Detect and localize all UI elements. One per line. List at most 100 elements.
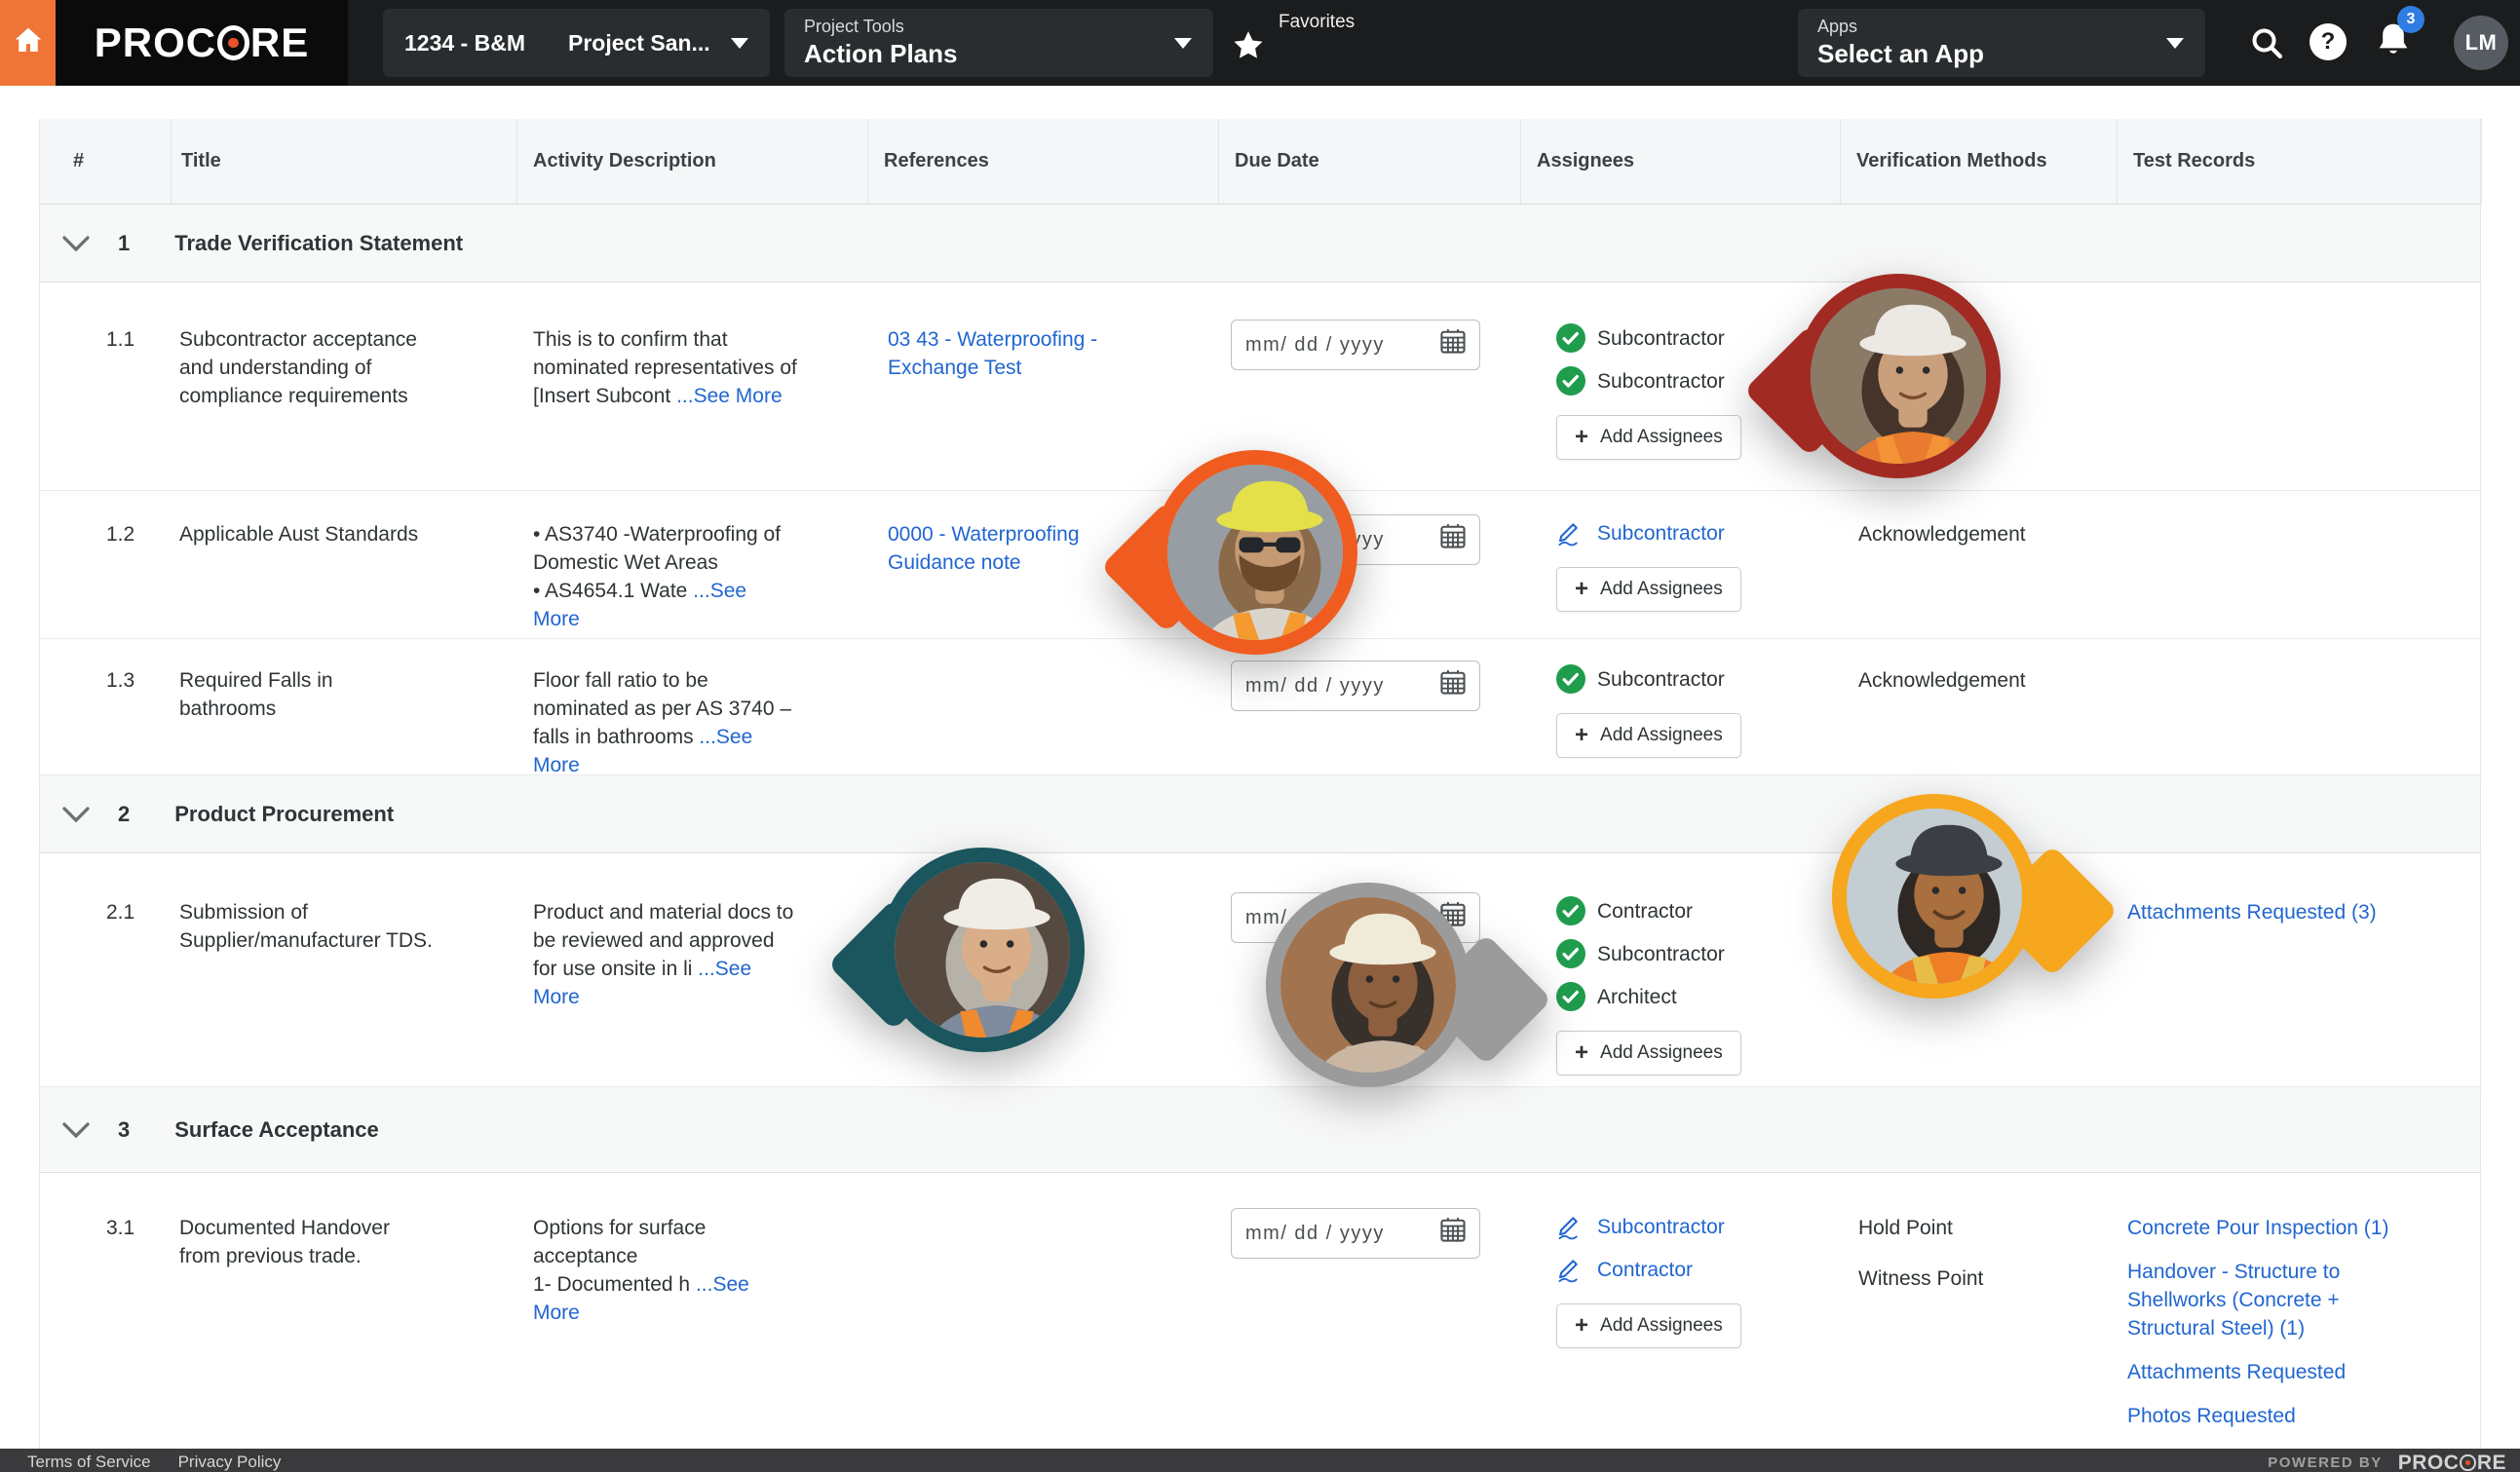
presence-callout-amber <box>1832 794 2066 1028</box>
privacy-policy-link[interactable]: Privacy Policy <box>178 1453 282 1472</box>
signature-pen-icon <box>1556 1255 1585 1284</box>
apps-selector[interactable]: Apps Select an App <box>1798 9 2205 77</box>
assignee-item[interactable]: Subcontractor <box>1556 664 1841 694</box>
worker-avatar <box>1153 450 1357 655</box>
test-record-link[interactable]: Handover - Structure to Shellworks (Conc… <box>2127 1258 2412 1342</box>
item-title: Documented Handover from previous trade. <box>179 1214 435 1270</box>
chevron-down-icon[interactable] <box>61 806 91 823</box>
plus-icon: + <box>1575 1041 1588 1065</box>
section-number: 1 <box>118 231 130 256</box>
worker-avatar <box>1266 883 1470 1087</box>
column-header-test-records: Test Records <box>2118 119 2482 204</box>
test-record-link[interactable]: Attachments Requested (3) <box>2127 898 2412 926</box>
assignee-item[interactable]: Subcontractor <box>1556 939 1841 968</box>
verification-method: Witness Point <box>1858 1264 2118 1293</box>
assignee-label: Subcontractor <box>1597 367 1725 396</box>
worker-avatar <box>880 848 1085 1052</box>
activity-description: Options for surface acceptance1- Documen… <box>533 1214 798 1327</box>
plus-icon: + <box>1575 1314 1588 1338</box>
item-title: Applicable Aust Standards <box>179 520 418 548</box>
due-date-input[interactable]: mm/ dd / yyyy <box>1231 1208 1480 1259</box>
chevron-down-icon[interactable] <box>61 1121 91 1139</box>
signature-pen-icon <box>1556 518 1585 547</box>
verification-method: Hold Point <box>1858 1214 2118 1242</box>
home-button[interactable] <box>0 0 56 86</box>
favorites-label: Favorites <box>1279 12 1355 33</box>
add-assignees-button[interactable]: + Add Assignees <box>1556 1303 1741 1348</box>
column-header-references: References <box>868 119 1219 204</box>
user-avatar[interactable]: LM <box>2454 16 2508 70</box>
logo-text-pre: PROC <box>95 22 216 63</box>
item-number: 1.1 <box>106 328 134 351</box>
tool-selector[interactable]: Project Tools Action Plans <box>784 9 1213 77</box>
action-plan-table: # Title Activity Description References … <box>39 119 2481 1449</box>
item-number: 1.2 <box>106 523 134 546</box>
logo-text-post: RE <box>250 22 309 63</box>
assignee-item[interactable]: Architect <box>1556 982 1841 1011</box>
check-circle-icon <box>1556 323 1585 353</box>
terms-of-service-link[interactable]: Terms of Service <box>27 1453 151 1472</box>
calendar-icon <box>1438 326 1468 363</box>
company-name: 1234 - B&M <box>404 30 525 57</box>
assignee-item[interactable]: Contractor <box>1556 896 1841 925</box>
section-title: Surface Acceptance <box>174 1117 379 1143</box>
due-date-placeholder: mm/ dd / yyyy <box>1245 1220 1438 1248</box>
column-header-activity-description: Activity Description <box>517 119 868 204</box>
calendar-icon <box>1438 1215 1468 1252</box>
add-assignees-button[interactable]: + Add Assignees <box>1556 713 1741 758</box>
due-date-placeholder: mm/ dd / yyyy <box>1245 331 1438 359</box>
worker-avatar <box>1796 274 2001 478</box>
assignee-item[interactable]: Subcontractor <box>1556 1212 1841 1241</box>
presence-callout-orange <box>1153 450 1387 684</box>
section-title: Product Procurement <box>174 802 394 827</box>
procore-logo[interactable]: PROC RE <box>56 0 348 86</box>
procore-footer-logo: PROC RE <box>2398 1453 2506 1472</box>
help-icon[interactable]: ? <box>2310 23 2347 60</box>
reference-link[interactable]: 03 43 - Waterproofing - Exchange Test <box>888 325 1110 382</box>
item-number: 2.1 <box>106 901 134 924</box>
test-record-link[interactable]: Concrete Pour Inspection (1) <box>2127 1214 2412 1242</box>
assignee-label: Subcontractor <box>1597 519 1725 547</box>
tool-selector-value: Action Plans <box>804 38 1194 70</box>
search-icon[interactable] <box>2247 23 2286 67</box>
check-circle-icon <box>1556 939 1585 968</box>
due-date-input[interactable]: mm/ dd / yyyy <box>1231 320 1480 370</box>
see-more-link[interactable]: ...See More <box>676 385 783 407</box>
item-title: Required Falls in bathrooms <box>179 666 435 723</box>
section-row-1: 1 Trade Verification Statement <box>40 205 2480 283</box>
footer-bar: Terms of Service Privacy Policy POWERED … <box>0 1449 2520 1472</box>
item-number: 3.1 <box>106 1217 134 1239</box>
project-selector[interactable]: 1234 - B&M Project San... <box>383 9 770 77</box>
tool-selector-label: Project Tools <box>804 17 1194 38</box>
add-assignees-button[interactable]: + Add Assignees <box>1556 1031 1741 1076</box>
activity-description: • AS3740 -Waterproofing of Domestic Wet … <box>533 520 798 633</box>
test-record-link[interactable]: Photos Requested <box>2127 1402 2412 1430</box>
signature-pen-icon <box>1556 1212 1585 1241</box>
favorites-star-icon[interactable] <box>1230 27 1267 69</box>
check-circle-icon <box>1556 664 1585 694</box>
plus-icon: + <box>1575 578 1588 601</box>
item-number: 1.3 <box>106 669 134 692</box>
assignee-label: Contractor <box>1597 1256 1693 1284</box>
chevron-down-icon[interactable] <box>61 235 91 252</box>
check-circle-icon <box>1556 366 1585 396</box>
worker-avatar <box>1832 794 2037 999</box>
presence-callout-gray <box>1266 883 1500 1116</box>
plus-icon: + <box>1575 724 1588 747</box>
column-header-verification-methods: Verification Methods <box>1841 119 2118 204</box>
section-row-3: 3 Surface Acceptance <box>40 1087 2480 1173</box>
item-title: Subcontractor acceptance and understandi… <box>179 325 435 410</box>
logo-o-icon <box>2460 1454 2475 1472</box>
activity-description: Product and material docs to be reviewed… <box>533 898 798 1011</box>
plus-icon: + <box>1575 426 1588 449</box>
assignee-item[interactable]: Contractor <box>1556 1255 1841 1284</box>
assignee-label: Subcontractor <box>1597 1213 1725 1241</box>
calendar-icon <box>1438 667 1468 704</box>
test-record-link[interactable]: Attachments Requested <box>2127 1358 2412 1386</box>
add-assignees-button[interactable]: + Add Assignees <box>1556 567 1741 612</box>
assignee-item[interactable]: Subcontractor <box>1556 518 1841 547</box>
reference-link[interactable]: 0000 - Waterproofing Guidance note <box>888 520 1110 577</box>
assignee-label: Subcontractor <box>1597 665 1725 694</box>
add-assignees-button[interactable]: + Add Assignees <box>1556 415 1741 460</box>
table-header-row: # Title Activity Description References … <box>40 119 2480 205</box>
